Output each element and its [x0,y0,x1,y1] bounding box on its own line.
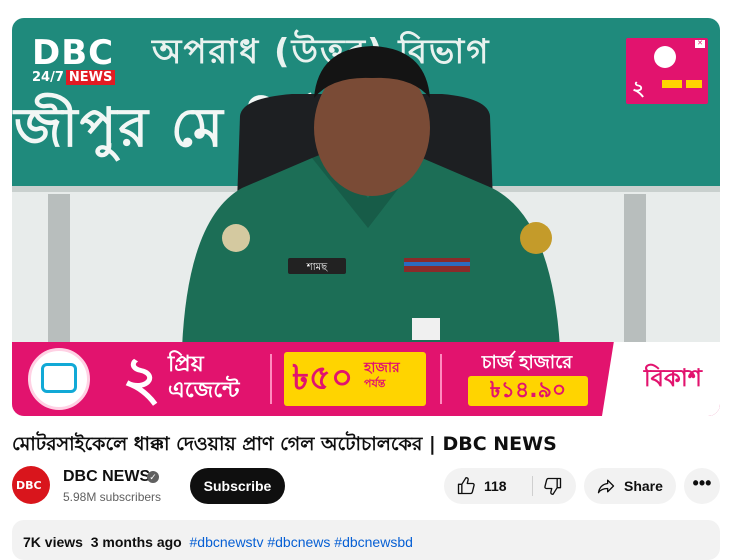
description-box[interactable]: 7K views 3 months ago #dbcnewstv #dbcnew… [12,520,720,560]
channel-row: DBC DBC NEWS ✓ 5.98M subscribers Subscri… [12,464,720,508]
channel-avatar[interactable]: DBC [12,466,50,504]
share-label: Share [624,478,663,494]
close-ad-icon[interactable]: ✕ [695,40,705,48]
agent-money-icon [28,348,90,410]
like-count: 118 [484,478,507,494]
bkash-ad-strip[interactable]: ২ প্রিয় এজেন্টে ৳৫০ হাজার পর্যন্ত চার্জ হ… [12,342,720,416]
share-button[interactable]: Share [584,468,676,504]
hashtag-link[interactable]: #dbcnewstv [190,534,264,550]
ad-amount-unit: হাজার পর্যন্ত [364,360,400,390]
dbc-logo-text: DBC [32,33,115,73]
name-tag: শামছ [306,262,328,273]
hashtag-link[interactable]: #dbcnewsbd [334,534,413,550]
upload-age: 3 months ago [90,534,182,550]
verified-badge-icon: ✓ [147,471,159,483]
channel-name[interactable]: DBC NEWS [63,468,150,486]
ad-divider [440,354,442,404]
like-button[interactable]: 118 [444,468,532,504]
ad-divider [270,354,272,404]
like-dislike-group: 118 [444,468,576,504]
subscriber-count: 5.98M subscribers [63,490,162,504]
ad-amount-box: ৳৫০ হাজার পর্যন্ত [284,352,426,406]
view-count: 7K views [23,534,83,550]
subscribe-button[interactable]: Subscribe [190,468,285,504]
dbc-overlay-logo: DBC 24/7 NEWS [32,36,140,86]
ad-charge-price: ৳১৪.৯০ [468,376,588,406]
dbc-logo-tagline: 24/7 NEWS [32,70,116,85]
ad-big-number: ২ [122,344,162,414]
hashtag-link[interactable]: #dbcnews [267,534,330,550]
description-meta: 7K views 3 months ago #dbcnewstv #dbcnew… [23,534,413,550]
corner-ad[interactable]: ✕ ২ [626,38,708,104]
thumbs-up-icon [457,477,475,495]
video-frame: অপরাধ (উত্তর) বিভাগ জীপুর মে লিটন পুলি শ… [12,18,720,416]
corner-ad-number: ২ [632,76,646,100]
bkash-logo: বিকাশ [643,364,702,392]
share-arrow-icon [597,479,615,494]
ad-priyo-agent: প্রিয় এজেন্টে [168,352,240,403]
corner-ad-bar [662,80,682,88]
video-title: মোটরসাইকেলে ধাক্কা দেওয়ায় প্রাণ গেল অট… [12,433,557,455]
ad-amount: ৳৫০ [292,358,354,398]
ad-charge-label: চার্জ হাজারে [481,352,573,373]
more-dots-icon[interactable]: ••• [684,468,720,504]
video-player[interactable]: অপরাধ (উত্তর) বিভাগ জীপুর মে লিটন পুলি শ… [12,18,720,416]
corner-ad-logo [654,46,676,68]
dislike-button[interactable] [533,468,576,504]
thumbs-down-icon [544,477,562,495]
corner-ad-bar [686,80,702,88]
